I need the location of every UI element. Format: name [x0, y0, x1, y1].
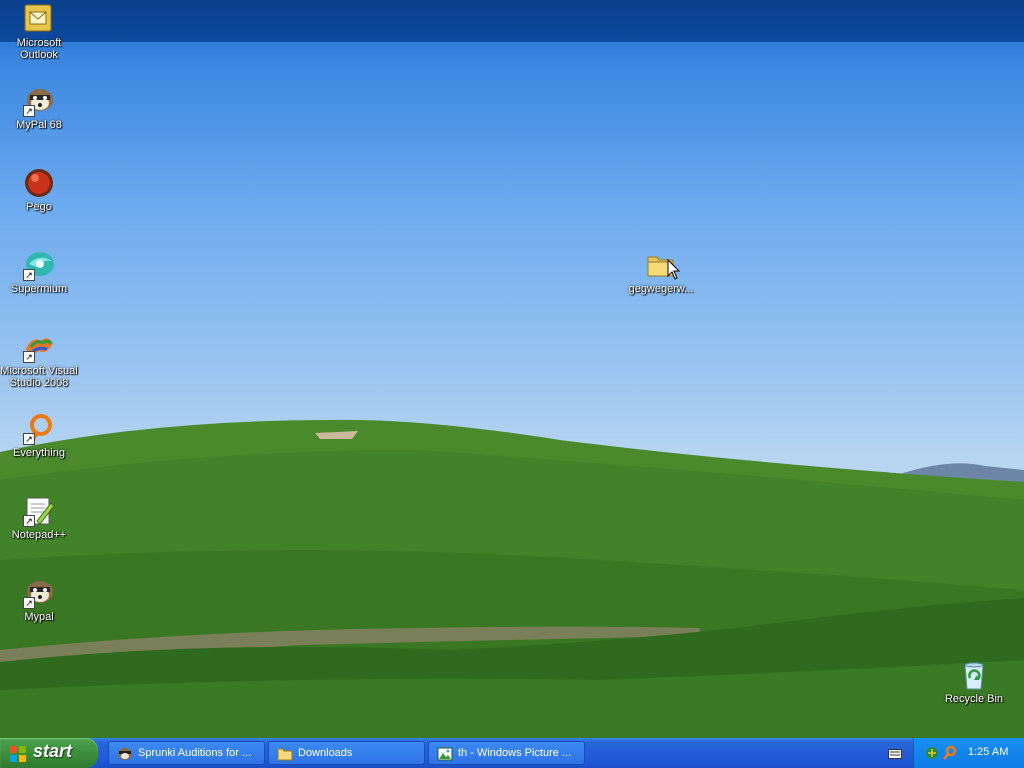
mouse-cursor-icon [667, 259, 681, 280]
system-tray: 1:25 AM [913, 738, 1024, 768]
taskbar-button-picture-viewer[interactable]: th - Windows Picture ... [428, 741, 585, 765]
taskbar-button-sprunki[interactable]: Sprunki Auditions for ... [108, 741, 265, 765]
keyboard-icon[interactable] [888, 749, 902, 759]
recycle-bin-icon [958, 659, 990, 691]
taskbar-button-label: th - Windows Picture ... [458, 747, 572, 759]
visual-studio-icon: ↗ [23, 331, 55, 363]
desktop-icon-label: Recycle Bin [944, 693, 1004, 705]
desktop-icon-label: Mypal [24, 611, 54, 623]
desktop-icon-folder[interactable]: gegwegerw... [622, 249, 700, 295]
desktop-icon-mypal[interactable]: ↗ Mypal [0, 577, 78, 623]
desktop-icon-label: gegwegerw... [628, 283, 694, 295]
desktop-icon-label: Pego [26, 201, 52, 213]
desktop-icon-recycle-bin[interactable]: Recycle Bin [935, 659, 1013, 705]
desktop[interactable]: Microsoft Outlook ↗ MyPal 68 Pego ↗ Supe… [0, 0, 1024, 738]
desktop-icon-notepad-plus-plus[interactable]: ↗ Notepad++ [0, 495, 78, 541]
shortcut-arrow-icon: ↗ [23, 597, 35, 609]
taskbar-button-label: Sprunki Auditions for ... [138, 747, 252, 759]
wallpaper-scenery [0, 419, 1024, 738]
everything-icon: ↗ [23, 413, 55, 445]
windows-logo-icon [10, 746, 26, 762]
desktop-icon-label: Notepad++ [11, 529, 67, 541]
mypal-icon [118, 748, 132, 760]
desktop-icon-microsoft-outlook[interactable]: Microsoft Outlook [0, 3, 78, 61]
desktop-icon-supermium[interactable]: ↗ Supermium [0, 249, 78, 295]
taskbar-button-label: Downloads [298, 747, 353, 759]
picture-viewer-icon [437, 747, 453, 761]
desktop-icon-label: Microsoft Visual Studio 2008 [0, 365, 78, 389]
desktop-icon-visual-studio-2008[interactable]: ↗ Microsoft Visual Studio 2008 [0, 331, 78, 389]
start-button[interactable]: start [0, 738, 98, 768]
shortcut-arrow-icon: ↗ [23, 515, 35, 527]
shortcut-arrow-icon: ↗ [23, 351, 35, 363]
taskbar: start Sprunki Auditions for ... Download… [0, 738, 1024, 768]
shortcut-arrow-icon: ↗ [23, 105, 35, 117]
desktop-icon-label: Microsoft Outlook [16, 37, 62, 61]
supermium-icon: ↗ [23, 249, 55, 281]
taskbar-button-downloads[interactable]: Downloads [268, 741, 425, 765]
desktop-icon-label: Everything [13, 447, 65, 459]
clock[interactable]: 1:25 AM [968, 746, 1008, 758]
desktop-icon-label: Supermium [10, 283, 68, 295]
outlook-icon [23, 3, 55, 35]
desktop-icon-everything[interactable]: ↗ Everything [0, 413, 78, 459]
desktop-icon-pego[interactable]: Pego [0, 167, 78, 213]
search-icon[interactable] [942, 745, 958, 761]
desktop-icon-mypal-68[interactable]: ↗ MyPal 68 [0, 85, 78, 131]
shortcut-arrow-icon: ↗ [23, 269, 35, 281]
mypal-icon: ↗ [23, 85, 55, 117]
pego-icon [23, 167, 55, 199]
desktop-icon-label: MyPal 68 [16, 119, 62, 131]
notepad-plus-plus-icon: ↗ [23, 495, 55, 527]
folder-icon [277, 748, 293, 761]
mypal-icon: ↗ [23, 577, 55, 609]
shortcut-arrow-icon: ↗ [23, 433, 35, 445]
start-label: start [33, 741, 73, 761]
network-icon[interactable] [924, 745, 940, 761]
